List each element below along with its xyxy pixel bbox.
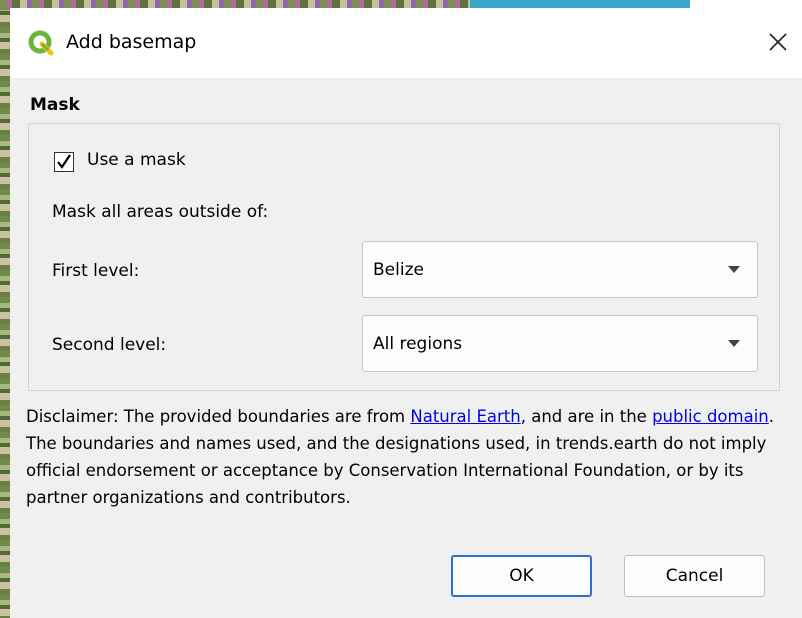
close-icon [769,33,787,51]
title-bar: Add basemap [10,8,802,78]
second-level-value: All regions [373,334,463,354]
mask-outside-label: Mask all areas outside of: [52,202,269,222]
close-button[interactable] [762,26,794,58]
background-map-left [0,0,10,618]
dialog-title: Add basemap [66,31,197,53]
second-level-label: Second level: [52,335,167,355]
disclaimer-part-1: Disclaimer: The provided boundaries are … [26,407,411,426]
checkmark-icon [57,154,71,169]
first-level-value: Belize [373,260,424,280]
ok-button[interactable]: OK [451,555,592,597]
first-level-label: First level: [52,261,140,281]
second-level-select[interactable]: All regions [362,315,758,372]
natural-earth-link[interactable]: Natural Earth [410,407,520,426]
public-domain-link[interactable]: public domain [652,407,769,426]
disclaimer-text: Disclaimer: The provided boundaries are … [26,403,786,511]
disclaimer-part-2: , and are in the [520,407,653,426]
use-mask-label[interactable]: Use a mask [87,150,186,170]
add-basemap-dialog: Add basemap Mask Use a mask Mask all are… [10,8,802,618]
first-level-select[interactable]: Belize [362,241,758,298]
chevron-down-icon [728,266,740,273]
mask-section-title: Mask [30,95,80,115]
cancel-button[interactable]: Cancel [624,555,765,597]
chevron-down-icon [728,340,740,347]
use-mask-checkbox[interactable] [54,152,74,172]
qgis-logo-icon [28,30,54,56]
